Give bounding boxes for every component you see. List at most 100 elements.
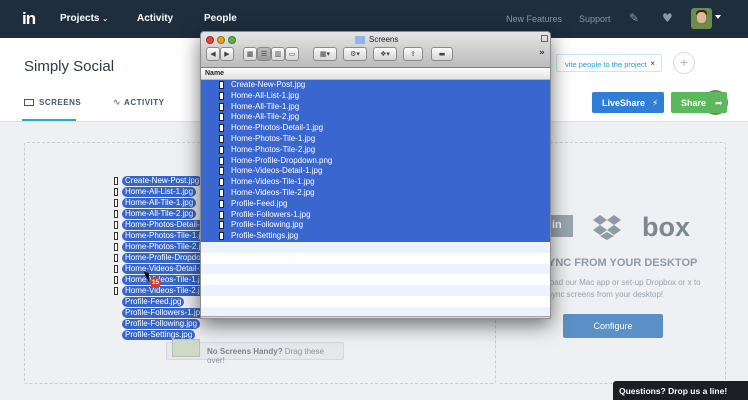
dropbox-menu-icon[interactable]: ❖▾ xyxy=(373,47,397,61)
resize-icon[interactable] xyxy=(541,35,548,42)
file-name: Home-Photos-Tile-2.jpg xyxy=(231,144,316,154)
file-icon xyxy=(219,178,224,187)
nav-new-features[interactable]: New Features xyxy=(506,14,562,24)
file-row[interactable]: Home-All-List-1.jpg xyxy=(201,90,550,102)
file-row[interactable]: Home-Profile-Dropdown.png xyxy=(201,155,550,167)
more-toolbar-icon[interactable]: » xyxy=(539,48,545,58)
file-name: Home-All-Tile-1.jpg xyxy=(231,101,300,111)
screen: in Projects ⌄ Activity People New Featur… xyxy=(0,0,748,400)
file-icon xyxy=(114,265,118,273)
file-icon xyxy=(114,199,118,207)
nav-projects[interactable]: Projects ⌄ xyxy=(60,13,108,24)
dragged-file-label: Home-Photos-Tile-2.jpg xyxy=(122,242,213,252)
file-row[interactable]: Home-Photos-Tile-1.jpg xyxy=(201,133,550,145)
file-row[interactable]: Home-All-Tile-1.jpg xyxy=(201,101,550,113)
empty-row xyxy=(201,263,550,275)
empty-row xyxy=(201,252,550,264)
file-icon xyxy=(219,134,224,143)
file-row[interactable]: Home-All-Tile-2.jpg xyxy=(201,112,550,124)
zoom-window-icon[interactable] xyxy=(228,36,236,44)
close-icon[interactable]: × xyxy=(650,59,655,68)
share-button[interactable]: Share ➦ xyxy=(671,92,727,113)
file-row[interactable]: Home-Photos-Detail-1.jpg xyxy=(201,123,550,134)
avatar[interactable] xyxy=(691,8,712,29)
file-icon xyxy=(114,177,118,185)
dragged-file-label: Home-Videos-Tile-1.jpg xyxy=(122,275,212,285)
configure-button[interactable]: Configure xyxy=(563,314,663,338)
file-icon xyxy=(114,243,118,251)
file-name: Home-All-Tile-2.jpg xyxy=(231,112,300,122)
heart-icon[interactable]: ♥ xyxy=(662,11,673,25)
chat-widget[interactable]: Questions? Drop us a line! xyxy=(613,381,748,400)
forward-button[interactable]: ▶ xyxy=(220,47,234,61)
file-icon xyxy=(219,232,224,241)
name-column-header[interactable]: Name xyxy=(201,68,550,80)
caret-down-icon[interactable] xyxy=(715,15,721,19)
add-collaborator-button[interactable]: + xyxy=(673,52,695,74)
file-name: Home-Videos-Detail-1.jpg xyxy=(231,166,323,176)
dragged-file-label: Home-All-Tile-2.jpg xyxy=(122,209,197,219)
file-row[interactable]: Create-New-Post.jpg xyxy=(201,80,550,91)
invite-field[interactable]: vite people to the project × xyxy=(556,54,662,72)
dragged-file-label: Profile-Following.jpg xyxy=(122,319,201,329)
file-icon xyxy=(114,221,118,229)
action-gear-icon[interactable]: ⚙▾ xyxy=(343,47,367,61)
dragged-file-label: Home-All-Tile-1.jpg xyxy=(122,198,197,208)
file-name: Home-Photos-Tile-1.jpg xyxy=(231,133,316,143)
sample-screens-thumbnail[interactable] xyxy=(172,339,200,357)
file-icon xyxy=(219,102,224,111)
file-name: Profile-Following.jpg xyxy=(231,220,304,230)
file-icon xyxy=(219,124,224,133)
sync-description: load our Mac app or set-up Dropbox or x … xyxy=(548,278,701,299)
file-icon xyxy=(114,254,118,262)
dragged-file-label: Home-Photos-Tile-1.jpg xyxy=(122,231,213,241)
tab-activity[interactable]: ∿ ACTIVITY xyxy=(113,98,165,108)
finder-status-bar xyxy=(201,316,550,318)
minimize-window-icon[interactable] xyxy=(217,36,225,44)
file-row[interactable]: Home-Photos-Tile-2.jpg xyxy=(201,144,550,156)
dragged-file-label: Create-New-Post.jpg xyxy=(122,176,203,186)
tag-icon[interactable]: ▬ xyxy=(431,47,453,61)
file-row[interactable]: Home-Videos-Detail-1.jpg xyxy=(201,166,550,178)
file-icon xyxy=(114,188,118,196)
folder-icon xyxy=(355,36,365,44)
close-window-icon[interactable] xyxy=(206,36,214,44)
column-view-button[interactable]: ▥ xyxy=(271,47,285,61)
nav-people[interactable]: People xyxy=(204,13,237,24)
file-icon xyxy=(219,210,224,219)
file-icon xyxy=(219,156,224,165)
file-name: Home-All-List-1.jpg xyxy=(231,90,300,100)
active-tab-underline xyxy=(22,119,76,121)
file-row[interactable]: Home-Videos-Tile-1.jpg xyxy=(201,177,550,188)
chevron-down-icon: ⌄ xyxy=(102,16,109,23)
nav-support[interactable]: Support xyxy=(579,14,611,24)
nav-activity[interactable]: Activity xyxy=(137,13,173,24)
file-name: Home-Photos-Detail-1.jpg xyxy=(231,123,324,133)
file-row[interactable]: Home-Videos-Tile-2.jpg xyxy=(201,187,550,199)
icon-view-button[interactable]: ▦ xyxy=(243,47,257,61)
list-view-button[interactable]: ☰ xyxy=(257,47,271,61)
file-name: Home-Profile-Dropdown.png xyxy=(231,155,333,165)
file-row[interactable]: Profile-Settings.jpg xyxy=(201,231,550,242)
pen-icon[interactable]: ✎ xyxy=(629,11,639,25)
invision-logo[interactable]: in xyxy=(22,9,36,29)
tab-screens[interactable]: SCREENS xyxy=(24,98,81,107)
dropbox-icon xyxy=(593,215,621,240)
coverflow-view-button[interactable]: ▭ xyxy=(285,47,299,61)
file-name: Profile-Feed.jpg xyxy=(231,198,288,208)
file-row[interactable]: Profile-Followers-1.jpg xyxy=(201,209,550,221)
monitor-icon xyxy=(24,99,34,106)
empty-row xyxy=(201,295,550,307)
dragged-file-label: Profile-Followers-1.jpg xyxy=(122,308,208,318)
pulse-icon: ∿ xyxy=(113,98,122,108)
arrange-button[interactable]: ▦▾ xyxy=(313,47,337,61)
liveshare-button[interactable]: LiveShare ⚡ xyxy=(592,92,664,113)
file-row[interactable]: Profile-Following.jpg xyxy=(201,220,550,232)
project-title: Simply Social xyxy=(24,58,115,75)
back-button[interactable]: ◀ xyxy=(206,47,220,61)
file-icon xyxy=(114,210,118,218)
share-icon[interactable]: ⇪ xyxy=(403,47,423,61)
file-icon xyxy=(219,167,224,176)
file-icon xyxy=(219,199,224,208)
file-row[interactable]: Profile-Feed.jpg xyxy=(201,198,550,210)
